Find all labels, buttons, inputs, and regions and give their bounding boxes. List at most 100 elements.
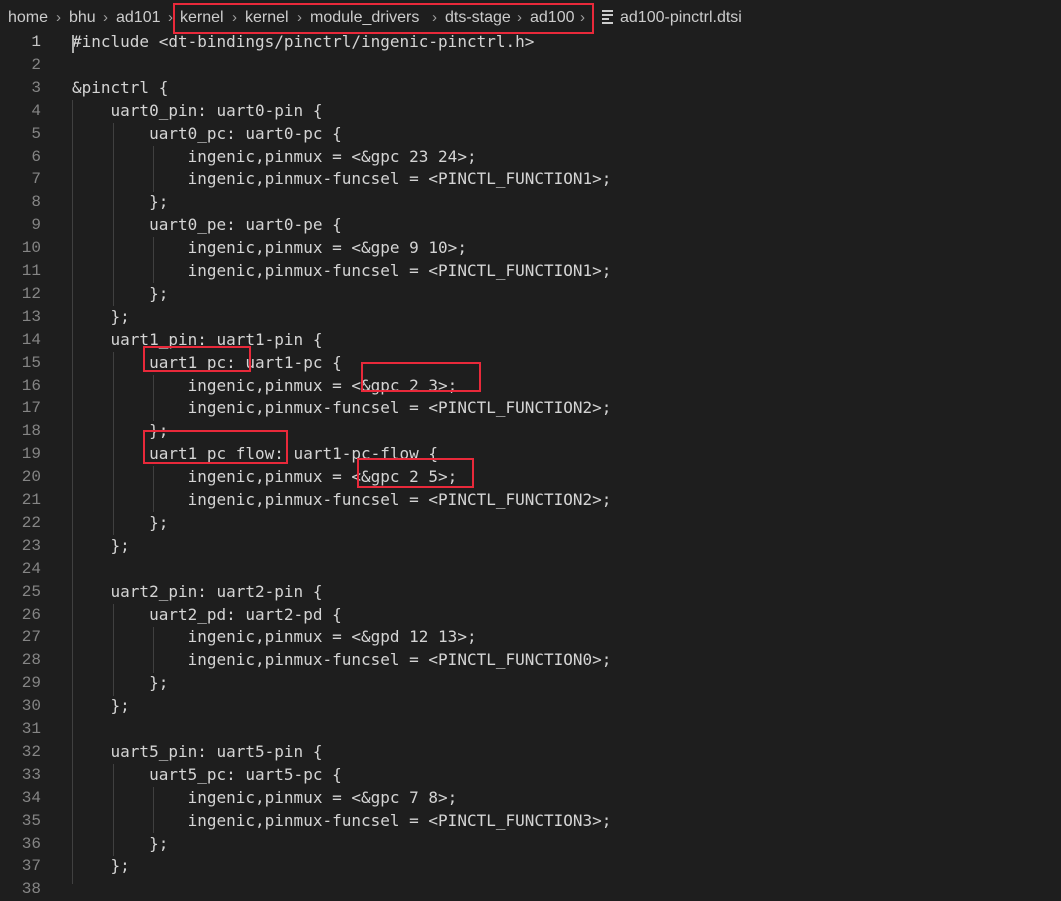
breadcrumb-item-kernel-2[interactable]: kernel	[245, 8, 289, 28]
line-number: 30	[21, 697, 41, 716]
chevron-right-icon: ›	[168, 9, 173, 26]
code-text: ingenic,pinmux-funcsel = <PINCTL_FUNCTIO…	[72, 810, 612, 830]
code-text: };	[72, 833, 169, 853]
text-cursor	[72, 35, 74, 53]
code-text: uart5_pin: uart5-pin {	[72, 741, 323, 761]
line-number: 2	[31, 55, 41, 74]
code-line[interactable]: 7 ingenic,pinmux-funcsel = <PINCTL_FUNCT…	[0, 168, 1061, 191]
line-number: 11	[21, 262, 41, 280]
code-text: ingenic,pinmux-funcsel = <PINCTL_FUNCTIO…	[72, 650, 612, 670]
code-line[interactable]: 8 };	[0, 191, 1061, 214]
lines-file-icon	[602, 10, 613, 24]
code-line[interactable]: 29 };	[0, 672, 1061, 695]
code-line[interactable]: 27 ingenic,pinmux = <&gpd 12 13>;	[0, 626, 1061, 649]
line-number: 34	[21, 788, 41, 807]
code-line[interactable]: 36 };	[0, 833, 1061, 856]
breadcrumb-item-bhu[interactable]: bhu	[69, 8, 96, 28]
code-line[interactable]: 1 #include <dt-bindings/pinctrl/ingenic-p…	[0, 31, 1061, 54]
line-number: 21	[21, 491, 41, 509]
code-line[interactable]: 31	[0, 718, 1061, 741]
code-line[interactable]: 33 uart5_pc: uart5-pc {	[0, 764, 1061, 787]
code-line[interactable]: 23 };	[0, 535, 1061, 558]
code-text: uart1_pc_flow: uart1-pc-flow {	[72, 444, 439, 464]
chevron-right-icon: ›	[103, 9, 108, 26]
code-line[interactable]: 4 uart0_pin: uart0-pin {	[0, 100, 1061, 123]
code-text: ingenic,pinmux = <&gpc 2 5>;	[72, 467, 458, 487]
code-line[interactable]: 32 uart5_pin: uart5-pin {	[0, 741, 1061, 764]
line-number: 14	[21, 330, 41, 349]
code-line[interactable]: 37 };	[0, 855, 1061, 878]
code-text: ingenic,pinmux = <&gpc 2 3>;	[72, 375, 458, 395]
code-line[interactable]: 18 };	[0, 420, 1061, 443]
code-text: uart0_pin: uart0-pin {	[72, 100, 323, 120]
code-line[interactable]: 34 ingenic,pinmux = <&gpc 7 8>;	[0, 787, 1061, 810]
code-line[interactable]: 2	[0, 54, 1061, 77]
code-line[interactable]: 35 ingenic,pinmux-funcsel = <PINCTL_FUNC…	[0, 810, 1061, 833]
breadcrumb-item-dts-stage[interactable]: dts-stage	[445, 8, 511, 28]
code-text: &pinctrl {	[72, 77, 169, 97]
code-line[interactable]: 16 ingenic,pinmux = <&gpc 2 3>;	[0, 375, 1061, 398]
line-number: 33	[21, 765, 41, 784]
breadcrumb-item-ad100[interactable]: ad100	[530, 8, 575, 28]
code-text: uart1_pc: uart1-pc {	[72, 352, 342, 372]
code-text: uart0_pc: uart0-pc {	[72, 123, 342, 143]
chevron-right-icon: ›	[56, 9, 61, 26]
code-text: };	[72, 535, 130, 555]
code-line[interactable]: 24	[0, 558, 1061, 581]
code-line[interactable]: 30 };	[0, 695, 1061, 718]
line-number: 24	[21, 559, 41, 578]
code-line[interactable]: 12 };	[0, 283, 1061, 306]
code-line[interactable]: 25 uart2_pin: uart2-pin {	[0, 581, 1061, 604]
code-text: uart2_pin: uart2-pin {	[72, 581, 323, 601]
breadcrumb-file-name[interactable]: ad100-pinctrl.dtsi	[620, 8, 742, 28]
code-text: };	[72, 421, 169, 441]
code-line[interactable]: 9 uart0_pe: uart0-pe {	[0, 214, 1061, 237]
line-number: 7	[31, 170, 41, 189]
line-number: 16	[21, 376, 41, 395]
line-number: 9	[31, 216, 41, 235]
breadcrumb-item-home[interactable]: home	[8, 8, 48, 28]
code-line[interactable]: 3 &pinctrl {	[0, 77, 1061, 100]
line-number: 18	[21, 422, 41, 441]
code-line[interactable]: 21 ingenic,pinmux-funcsel = <PINCTL_FUNC…	[0, 489, 1061, 512]
code-text: #include <dt-bindings/pinctrl/ingenic-pi…	[72, 32, 535, 51]
code-line[interactable]: 11 ingenic,pinmux-funcsel = <PINCTL_FUNC…	[0, 260, 1061, 283]
line-number: 35	[21, 811, 41, 830]
line-number: 8	[31, 193, 41, 212]
line-number: 23	[21, 536, 41, 555]
breadcrumb-item-module-drivers[interactable]: module_drivers	[310, 8, 419, 28]
code-editor[interactable]: 1 #include <dt-bindings/pinctrl/ingenic-p…	[0, 31, 1061, 898]
chevron-right-icon: ›	[297, 9, 302, 26]
code-line[interactable]: 14 uart1_pin: uart1-pin {	[0, 329, 1061, 352]
code-text: };	[72, 856, 130, 876]
code-line[interactable]: 19 uart1_pc_flow: uart1-pc-flow {	[0, 443, 1061, 466]
code-line[interactable]: 26 uart2_pd: uart2-pd {	[0, 604, 1061, 627]
line-number: 19	[21, 445, 41, 464]
code-text: };	[72, 283, 169, 303]
code-text: uart5_pc: uart5-pc {	[72, 764, 342, 784]
code-text: ingenic,pinmux-funcsel = <PINCTL_FUNCTIO…	[72, 169, 612, 189]
breadcrumb-item-kernel[interactable]: kernel	[180, 8, 224, 28]
code-text: ingenic,pinmux = <&gpc 23 24>;	[72, 146, 477, 166]
code-line[interactable]: 38	[0, 878, 1061, 901]
code-text: };	[72, 512, 169, 532]
code-line[interactable]: 13 };	[0, 306, 1061, 329]
code-line[interactable]: 5 uart0_pc: uart0-pc {	[0, 123, 1061, 146]
code-text: ingenic,pinmux = <&gpe 9 10>;	[72, 238, 467, 258]
line-number: 27	[21, 628, 41, 647]
code-line[interactable]: 15 uart1_pc: uart1-pc {	[0, 352, 1061, 375]
code-text: };	[72, 192, 169, 212]
breadcrumb-item-ad101[interactable]: ad101	[116, 8, 161, 28]
line-number: 31	[21, 720, 41, 738]
code-line[interactable]: 17 ingenic,pinmux-funcsel = <PINCTL_FUNC…	[0, 397, 1061, 420]
code-line[interactable]: 10 ingenic,pinmux = <&gpe 9 10>;	[0, 237, 1061, 260]
code-line[interactable]: 6 ingenic,pinmux = <&gpc 23 24>;	[0, 146, 1061, 169]
chevron-right-icon: ›	[232, 9, 237, 26]
code-text: ingenic,pinmux = <&gpc 7 8>;	[72, 787, 458, 807]
code-line[interactable]: 22 };	[0, 512, 1061, 535]
code-line[interactable]: 28 ingenic,pinmux-funcsel = <PINCTL_FUNC…	[0, 649, 1061, 672]
code-text: ingenic,pinmux = <&gpd 12 13>;	[72, 627, 477, 647]
line-number: 29	[21, 674, 41, 693]
code-text: ingenic,pinmux-funcsel = <PINCTL_FUNCTIO…	[72, 490, 612, 509]
code-line[interactable]: 20 ingenic,pinmux = <&gpc 2 5>;	[0, 466, 1061, 489]
